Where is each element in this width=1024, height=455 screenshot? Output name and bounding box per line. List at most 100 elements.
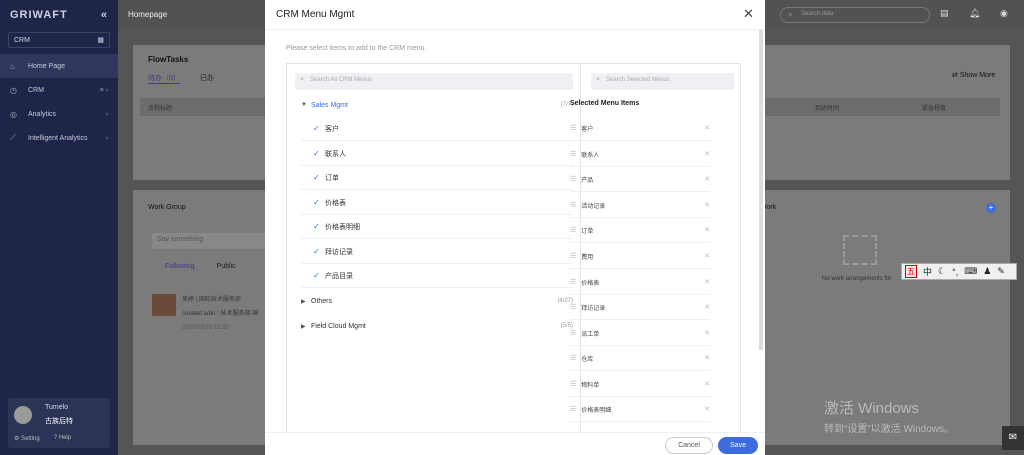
drag-handle-icon[interactable]: ☰ xyxy=(570,175,576,183)
post-avatar xyxy=(152,294,176,316)
selected-item[interactable]: ☰ 费用 ✕ xyxy=(570,244,710,269)
remove-icon[interactable]: ✕ xyxy=(704,354,710,362)
check-icon[interactable]: ✓ xyxy=(313,149,325,158)
tree-item[interactable]: ✓ 价格表 xyxy=(301,191,573,215)
selected-item[interactable]: ☰ 活动记录 ✕ xyxy=(570,193,710,218)
document-icon[interactable]: ▤ xyxy=(940,8,949,19)
check-icon[interactable]: ✓ xyxy=(313,271,325,280)
selected-item[interactable]: ☰ 产品 ✕ xyxy=(570,167,710,192)
user-icon[interactable]: ◉ xyxy=(1000,8,1008,19)
drag-handle-icon[interactable]: ☰ xyxy=(570,380,576,388)
remove-icon[interactable]: ✕ xyxy=(704,150,710,158)
search-all-menus-input[interactable]: ⌕ Search All CRM Menus xyxy=(295,73,573,90)
selected-item[interactable]: ☰ 物料单 ✕ xyxy=(570,372,710,397)
search-selected-menus-input[interactable]: ⌕ Search Selected Menus xyxy=(591,73,734,90)
check-icon[interactable]: ✓ xyxy=(313,222,325,231)
show-more-link[interactable]: ⇄ Show More xyxy=(952,71,995,79)
sidebar-item-analytics[interactable]: ◎ Analytics › xyxy=(0,102,118,126)
tree-group-field-cloud-mgmt[interactable]: ▶ Field Cloud Mgmt (5/5) xyxy=(301,314,573,338)
tree-item[interactable]: ✓ 订单 xyxy=(301,166,573,190)
tab-public[interactable]: Public xyxy=(217,263,236,270)
crm-selector[interactable]: CRM ▦ xyxy=(8,32,110,48)
moon-icon[interactable]: ☾ xyxy=(938,266,946,277)
save-button[interactable]: Save xyxy=(718,437,758,454)
tree-item[interactable]: ✓ 产品目录 xyxy=(301,264,573,288)
selected-item[interactable]: ☰ 拜访记录 ✕ xyxy=(570,295,710,320)
drag-handle-icon[interactable]: ☰ xyxy=(570,124,576,132)
remove-icon[interactable]: ✕ xyxy=(704,124,710,132)
add-icon[interactable]: + xyxy=(986,203,996,213)
grid-icon[interactable]: ▦ xyxy=(97,36,104,44)
avatar[interactable] xyxy=(14,406,32,424)
person-icon[interactable]: ♟ xyxy=(983,266,991,277)
selected-item[interactable]: ☰ 仓库 ✕ xyxy=(570,346,710,371)
caret-right-icon[interactable]: ▶ xyxy=(301,298,311,305)
check-icon[interactable]: ✓ xyxy=(313,124,325,133)
drag-handle-icon[interactable]: ☰ xyxy=(570,354,576,362)
selected-item[interactable]: ☰ 订单 ✕ xyxy=(570,218,710,243)
drag-handle-icon[interactable]: ☰ xyxy=(570,252,576,260)
check-icon[interactable]: ✓ xyxy=(313,198,325,207)
remove-icon[interactable]: ✕ xyxy=(704,329,710,337)
sidebar-item-crm[interactable]: ◷ CRM ≡ › xyxy=(0,78,118,102)
selected-item[interactable]: ☰ 客户 ✕ xyxy=(570,116,710,141)
tree-item[interactable]: ✓ 价格表明细 xyxy=(301,215,573,239)
remove-icon[interactable]: ✕ xyxy=(704,278,710,286)
collapse-icon[interactable]: « xyxy=(101,9,108,21)
cancel-button[interactable]: Cancel xyxy=(665,437,713,454)
tree-item[interactable]: ✓ 客户 xyxy=(301,117,573,141)
selected-item[interactable]: ☰ 价格表 ✕ xyxy=(570,270,710,295)
ime-mode-icon[interactable]: 五 xyxy=(905,265,917,278)
tree-group-others[interactable]: ▶ Others (4/27) xyxy=(301,289,573,313)
user-name: Tumelo xyxy=(45,404,69,411)
drag-handle-icon[interactable]: ☰ xyxy=(570,329,576,337)
tree-item-label: 价格表 xyxy=(325,199,346,207)
drag-handle-icon[interactable]: ☰ xyxy=(570,150,576,158)
remove-icon[interactable]: ✕ xyxy=(704,201,710,209)
close-icon[interactable]: ✕ xyxy=(743,6,754,22)
col-title: 流程标题 xyxy=(148,106,173,112)
workgroup-tabs: Following Public xyxy=(165,263,236,270)
remove-icon[interactable]: ✕ xyxy=(704,303,710,311)
punctuation-icon[interactable]: °, xyxy=(952,267,958,277)
chevron-right-icon: › xyxy=(105,134,108,142)
sidebar-item-intelligent-analytics[interactable]: ⟋ Intelligent Analytics › xyxy=(0,126,118,150)
selected-item[interactable]: ☰ 联系人 ✕ xyxy=(570,142,710,167)
caret-right-icon[interactable]: ▶ xyxy=(301,323,311,330)
no-work-text: No work arrangements for xyxy=(822,276,892,282)
ime-lang-icon[interactable]: 中 xyxy=(923,265,932,278)
dialog-scrollbar[interactable] xyxy=(759,30,763,350)
selected-item[interactable]: ☰ 派工单 ✕ xyxy=(570,321,710,346)
sidebar-item-label: CRM xyxy=(28,86,44,94)
tab-following[interactable]: Following xyxy=(165,263,195,270)
drag-handle-icon[interactable]: ☰ xyxy=(570,226,576,234)
wrench-icon[interactable]: ✎ xyxy=(997,266,1005,277)
remove-icon[interactable]: ✕ xyxy=(704,175,710,183)
selected-item[interactable]: ☰ 价格表明细 ✕ xyxy=(570,397,710,422)
check-icon[interactable]: ✓ xyxy=(313,247,325,256)
chat-icon[interactable]: ✉ xyxy=(1002,426,1024,450)
say-something-input[interactable]: Say something xyxy=(152,233,267,249)
drag-handle-icon[interactable]: ☰ xyxy=(570,303,576,311)
remove-icon[interactable]: ✕ xyxy=(704,252,710,260)
tree-item[interactable]: ✓ 联系人 xyxy=(301,142,573,166)
help-link[interactable]: ? Help xyxy=(54,435,71,442)
tree-group-sales-mgmt[interactable]: ▼ Sales Mgmt (7/7) xyxy=(301,93,573,117)
check-icon[interactable]: ✓ xyxy=(313,173,325,182)
tree-item[interactable]: ✓ 拜访记录 xyxy=(301,240,573,264)
remove-icon[interactable]: ✕ xyxy=(704,405,710,413)
setting-link[interactable]: ⚙ Setting xyxy=(14,435,40,442)
bell-icon[interactable]: 🔔︎ xyxy=(969,8,980,19)
remove-icon[interactable]: ✕ xyxy=(704,226,710,234)
sidebar-item-home[interactable]: ⌂ Home Page xyxy=(0,54,118,78)
drag-handle-icon[interactable]: ☰ xyxy=(570,201,576,209)
ime-toolbar[interactable]: 五 中 ☾ °, ⌨ ♟ ✎ xyxy=(901,263,1017,280)
search-input[interactable]: ⌕ Search data xyxy=(780,7,930,23)
drag-handle-icon[interactable]: ☰ xyxy=(570,405,576,413)
drag-handle-icon[interactable]: ☰ xyxy=(570,278,576,286)
tab-todo[interactable]: 待办（0） xyxy=(148,73,180,84)
remove-icon[interactable]: ✕ xyxy=(704,380,710,388)
keyboard-icon[interactable]: ⌨ xyxy=(964,266,977,277)
caret-down-icon[interactable]: ▼ xyxy=(301,102,311,108)
tab-done[interactable]: 已办 xyxy=(200,73,214,84)
